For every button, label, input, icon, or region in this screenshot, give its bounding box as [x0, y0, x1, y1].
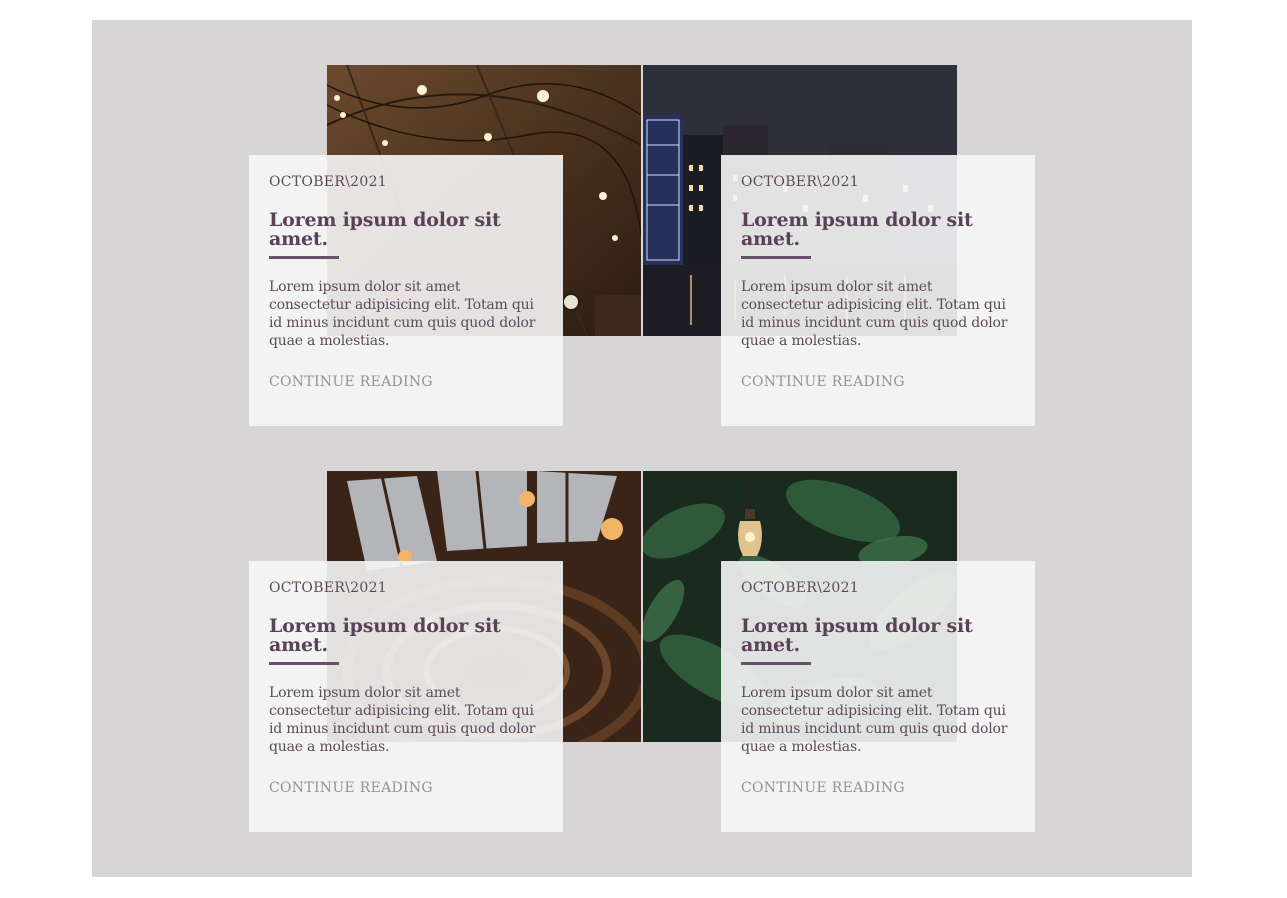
post-title: Lorem ipsum dolor sit amet.: [741, 209, 973, 250]
continue-reading-link[interactable]: CONTINUE READING: [741, 780, 1015, 796]
continue-reading-link[interactable]: CONTINUE READING: [741, 374, 1015, 390]
post-title: Lorem ipsum dolor sit amet.: [269, 209, 501, 250]
continue-reading-link[interactable]: CONTINUE READING: [269, 780, 543, 796]
title-divider: [741, 662, 811, 665]
post-date: OCTOBER\2021: [741, 174, 859, 190]
continue-reading-link[interactable]: CONTINUE READING: [269, 374, 543, 390]
post-date: OCTOBER\2021: [269, 580, 387, 596]
title-divider: [741, 256, 811, 259]
post-date: OCTOBER\2021: [269, 174, 387, 190]
post-excerpt: Lorem ipsum dolor sit amet consectetur a…: [269, 279, 536, 349]
post-card: OCTOBER\2021 Lorem ipsum dolor sit amet.…: [721, 561, 1035, 832]
title-divider: [269, 662, 339, 665]
post-date: OCTOBER\2021: [741, 580, 859, 596]
post-excerpt: Lorem ipsum dolor sit amet consectetur a…: [741, 685, 1008, 755]
post-card: OCTOBER\2021 Lorem ipsum dolor sit amet.…: [721, 155, 1035, 426]
post-excerpt: Lorem ipsum dolor sit amet consectetur a…: [741, 279, 1008, 349]
post-card: OCTOBER\2021 Lorem ipsum dolor sit amet.…: [249, 561, 563, 832]
title-divider: [269, 256, 339, 259]
post-title: Lorem ipsum dolor sit amet.: [741, 615, 973, 656]
post-excerpt: Lorem ipsum dolor sit amet consectetur a…: [269, 685, 536, 755]
post-card: OCTOBER\2021 Lorem ipsum dolor sit amet.…: [249, 155, 563, 426]
post-title: Lorem ipsum dolor sit amet.: [269, 615, 501, 656]
